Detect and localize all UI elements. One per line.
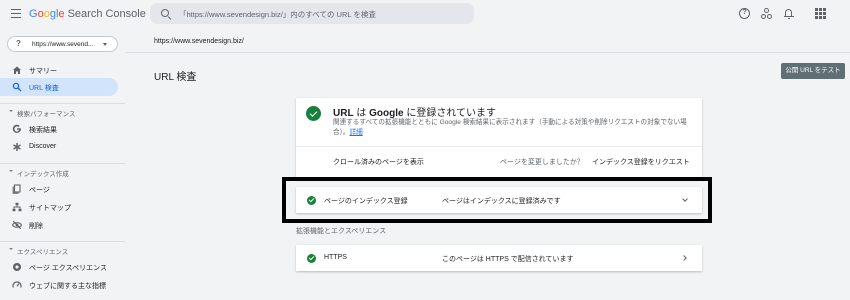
enhancements-heading: 拡張機能とエクスペリエンス: [296, 228, 387, 235]
row-label: HTTPS: [324, 254, 347, 261]
header-divider: [125, 52, 850, 53]
property-selector[interactable]: ? https://www.sevend...: [7, 36, 118, 52]
chevron-right-icon[interactable]: [681, 254, 687, 261]
sidebar-item-search-results[interactable]: 検索結果: [0, 120, 118, 138]
sidebar-divider: [0, 241, 125, 242]
google-g-icon: [12, 124, 21, 133]
status-description: 関連するすべての拡張機能とともに Google 検索結果に表示されます（手動によ…: [333, 119, 687, 136]
learn-more-link[interactable]: 詳細: [349, 129, 362, 136]
section-label: エクスペリエンス: [17, 249, 69, 256]
sidebar-item-label: サマリー: [29, 67, 57, 75]
search-console-logo[interactable]: Google Search Console: [29, 8, 146, 20]
success-check-icon: [306, 106, 321, 121]
sidebar-item-removals[interactable]: 削除: [0, 216, 118, 234]
notifications-bell-icon[interactable]: [783, 8, 794, 19]
section-indexing[interactable]: インデックス作成: [0, 166, 118, 178]
sidebar-item-label: 削除: [29, 222, 43, 230]
search-icon[interactable]: [161, 9, 169, 17]
sidebar-item-label: サイトマップ: [29, 204, 71, 212]
section-label: 検索パフォーマンス: [17, 111, 76, 118]
url-inspect-search-bar[interactable]: 「https://www.sevendesign.biz/」内のすべての URL…: [150, 3, 474, 24]
search-input[interactable]: 「https://www.sevendesign.biz/」内のすべての URL…: [179, 9, 376, 20]
section-experience[interactable]: エクスペリエンス: [0, 244, 118, 256]
page-experience-icon: [13, 263, 21, 271]
property-label: https://www.sevend...: [32, 40, 94, 48]
card-divider: [296, 146, 702, 147]
sidebar-item-summary[interactable]: サマリー: [0, 61, 118, 79]
index-status-card: URL は Google に登録されています 関連するすべての拡張機能とともに …: [296, 98, 702, 178]
speedometer-icon: [12, 281, 22, 288]
chevron-down-icon: [9, 248, 13, 250]
sidebar-item-url-inspection[interactable]: URL 検査: [0, 78, 118, 96]
main-content: https://www.sevendesign.biz/ URL 検査 公開 U…: [125, 28, 850, 300]
sidebar: ? https://www.sevend... サマリー URL 検査 検索パフ…: [0, 28, 125, 300]
sidebar-item-page-experience[interactable]: ページ エクスペリエンス: [0, 258, 118, 276]
chevron-down-icon: [9, 170, 13, 172]
hamburger-menu-icon[interactable]: [11, 9, 21, 18]
highlight-annotation-box: [282, 177, 712, 223]
property-unverified-icon: ?: [16, 39, 21, 48]
sidebar-item-label: ページ エクスペリエンス: [29, 264, 107, 272]
sidebar-item-label: ウェブに関する主な指標: [29, 282, 106, 290]
help-icon[interactable]: ?: [739, 8, 750, 19]
removals-icon: [12, 220, 22, 230]
test-live-url-button[interactable]: 公開 URL をテスト: [781, 63, 845, 79]
sidebar-item-sitemaps[interactable]: サイトマップ: [0, 198, 118, 216]
success-check-icon: [307, 253, 316, 263]
sidebar-item-label: URL 検査: [29, 84, 59, 92]
chevron-down-icon: [103, 43, 107, 46]
request-indexing-link[interactable]: インデックス登録をリクエスト: [592, 157, 690, 167]
manage-users-icon[interactable]: [761, 8, 772, 19]
logo-product-name: Search Console: [67, 8, 146, 20]
page-title: URL 検査: [154, 72, 197, 83]
home-icon: [13, 66, 21, 74]
breadcrumb: https://www.sevendesign.biz/: [154, 38, 244, 45]
chevron-down-icon: [9, 110, 13, 112]
sidebar-item-label: ページ: [29, 186, 50, 194]
pages-icon: [12, 184, 21, 194]
top-app-bar: Google Search Console 「https://www.seven…: [0, 0, 850, 28]
status-title: URL は Google に登録されています: [333, 108, 497, 119]
sidebar-divider: [0, 163, 125, 164]
page-changed-question: ページを変更しましたか？: [500, 159, 584, 166]
sidebar-item-discover[interactable]: Discover: [0, 138, 118, 156]
sidebar-divider: [0, 103, 125, 104]
row-value: このページは HTTPS で配信されています: [442, 256, 574, 263]
sitemap-icon: [12, 202, 22, 212]
asterisk-icon: [13, 143, 21, 151]
section-label: インデックス作成: [17, 171, 69, 178]
https-row[interactable]: HTTPS このページは HTTPS で配信されています: [296, 245, 702, 271]
section-search-performance[interactable]: 検索パフォーマンス: [0, 106, 118, 118]
sidebar-item-label: Discover: [29, 142, 57, 150]
view-crawled-page-link[interactable]: クロール済みのページを表示: [333, 157, 424, 167]
sidebar-item-pages[interactable]: ページ: [0, 180, 118, 198]
sidebar-item-core-web-vitals[interactable]: ウェブに関する主な指標: [0, 276, 118, 294]
search-icon: [12, 82, 22, 92]
sidebar-item-label: 検索結果: [29, 126, 57, 134]
apps-grid-icon[interactable]: [815, 8, 826, 19]
